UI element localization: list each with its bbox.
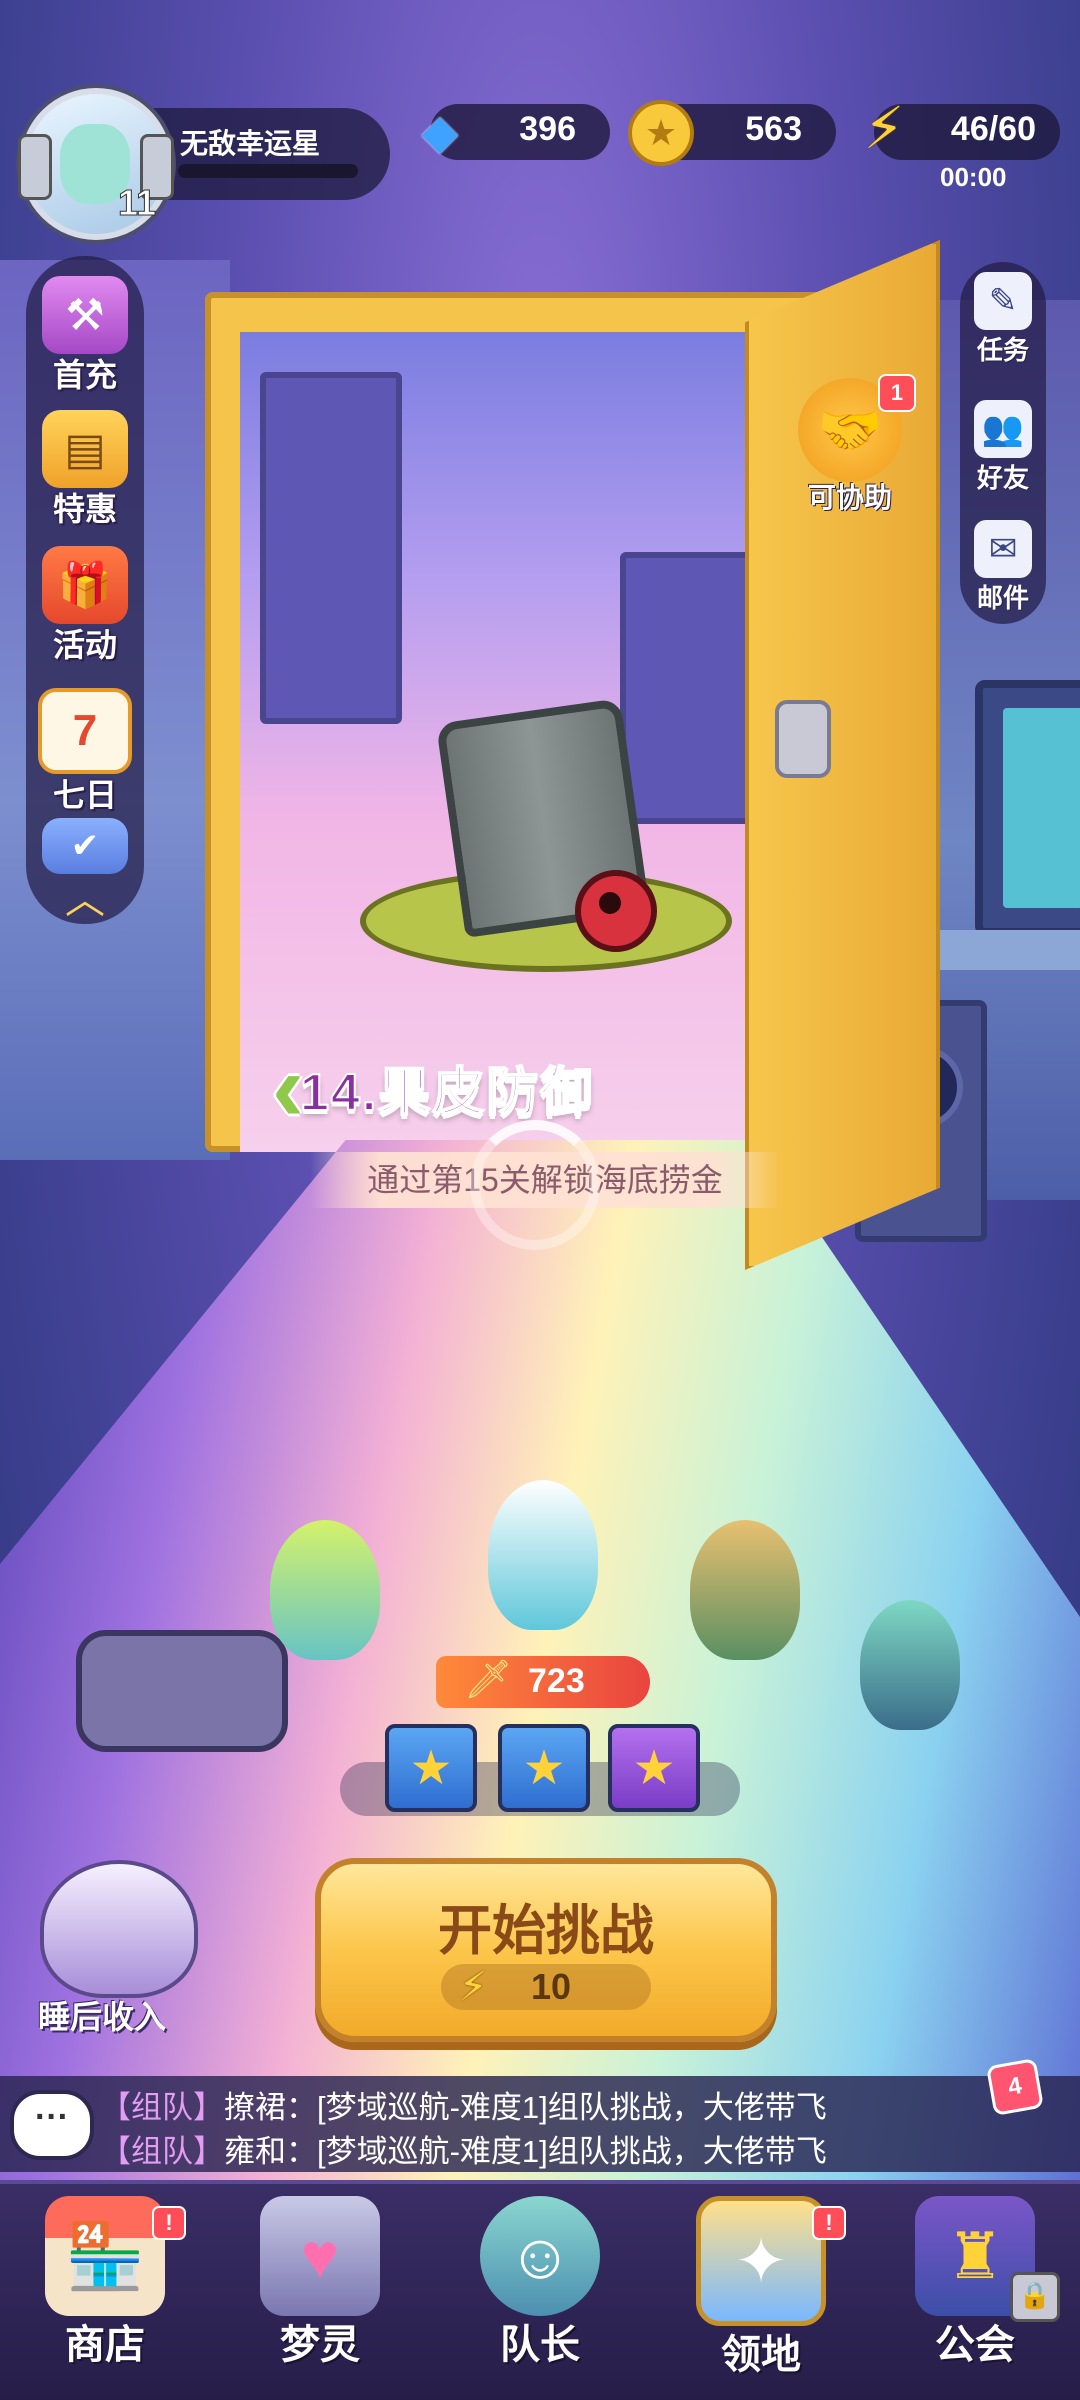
start-challenge-label: 开始挑战 [438, 1901, 654, 1961]
assist-label: 可协助 [807, 482, 892, 513]
energy-cost-value: 10 [531, 1966, 572, 2007]
player-exp-bar [178, 164, 358, 178]
calendar-icon: 7 [38, 688, 132, 774]
player-name: 无敌幸运星 [180, 128, 321, 159]
checklist-icon: ✔ [42, 818, 128, 874]
chat-bubble-icon[interactable]: ··· [10, 2090, 94, 2160]
nav-shop-alert: ! [152, 2206, 186, 2240]
menu-more[interactable]: ✔ [26, 818, 144, 874]
computer-monitor [975, 680, 1080, 936]
menu-events-label: 活动 [52, 627, 117, 663]
nav-shop-label: 商店 [65, 2323, 145, 2367]
menu-seven-day[interactable]: 7 七日 [26, 688, 144, 816]
nav-territory-label: 领地 [721, 2333, 801, 2377]
nav-captain-label: 队长 [500, 2323, 580, 2367]
chat-message[interactable]: 【组队】撩裙：[梦域巡航-难度1]组队挑战，大佬带飞 [100, 2082, 827, 2127]
nav-spirits[interactable]: ♥ 梦灵 [235, 2196, 405, 2370]
chat-tag: 【组队】 [100, 2090, 224, 2125]
chat-text: 雍和：[梦域巡航-难度1]组队挑战，大佬带飞 [224, 2134, 827, 2169]
stage-title: 14.果皮防御 [299, 1063, 595, 1123]
star-chest-icon[interactable]: ★ [608, 1724, 700, 1812]
player-level: 11 [117, 182, 157, 224]
door-handle [775, 700, 831, 778]
team-power-value: 723 [528, 1662, 585, 1700]
game-scene: ‹ 14.果皮防御 通过第15关解锁海底捞金 11 无敌幸运星 396 ◆ 56… [0, 0, 1080, 2400]
chat-message[interactable]: 【组队】雍和：[梦域巡航-难度1]组队挑战，大佬带飞 [100, 2126, 827, 2171]
menu-first-recharge[interactable]: ⚒ 首充 [26, 276, 144, 396]
chat-tag: 【组队】 [100, 2134, 224, 2169]
friends-icon: 👥 [974, 400, 1032, 458]
sleep-income-button[interactable]: 睡后收入 [10, 1860, 210, 2050]
menu-tasks-label: 任务 [976, 335, 1029, 365]
menu-special-offer[interactable]: ▤ 特惠 [26, 410, 144, 530]
lightning-icon: ⚡ [459, 1965, 488, 2009]
lock-icon: 🔒 [1010, 2272, 1060, 2322]
hammer-icon: ⚒ [42, 276, 128, 354]
sleeping-pet-icon [40, 1860, 198, 1998]
diamond-icon: ◆ [421, 106, 459, 159]
team-power: 🗡 723 [436, 1656, 650, 1708]
energy-timer: 00:00 [940, 162, 1007, 192]
lightning-plus-icon[interactable]: ⚡ [852, 96, 916, 161]
coin-count: 563 [745, 110, 802, 148]
sword-icon: 🗡 [464, 1659, 513, 1701]
assist-badge: 1 [878, 374, 916, 412]
start-challenge-button[interactable]: 开始挑战 ⚡ 10 [315, 1858, 777, 2042]
hero-bard[interactable] [690, 1520, 800, 1660]
hero-captain[interactable] [488, 1480, 598, 1630]
clipboard-icon: ✎ [974, 272, 1032, 330]
gift-box-icon: 🎁 [42, 546, 128, 624]
tickets-icon: ▤ [42, 410, 128, 488]
nav-spirits-label: 梦灵 [280, 2323, 360, 2367]
nav-captain[interactable]: ☺ 队长 [455, 2196, 625, 2370]
menu-special-offer-label: 特惠 [52, 491, 117, 527]
menu-tasks[interactable]: ✎ 任务 [960, 272, 1046, 367]
menu-mail[interactable]: ✉ 邮件 [960, 520, 1046, 615]
menu-events[interactable]: 🎁 活动 [26, 546, 144, 666]
nav-territory-alert: ! [812, 2206, 846, 2240]
spirit-machine-icon: ♥ [260, 2196, 380, 2316]
boss-banana-peel[interactable] [360, 698, 732, 972]
menu-first-recharge-label: 首充 [52, 357, 117, 393]
gem-count: 396 [519, 110, 576, 148]
hero-octopus[interactable] [860, 1600, 960, 1730]
menu-mail-label: 邮件 [976, 583, 1029, 613]
loading-spinner [470, 1120, 600, 1250]
menu-friends-label: 好友 [976, 463, 1029, 493]
chat-unread-badge: 4 [986, 2058, 1044, 2116]
hero-rocker[interactable] [270, 1520, 380, 1660]
shop-icon: 🏪 [45, 2196, 165, 2316]
captain-avatar-icon: ☺ [480, 2196, 600, 2316]
menu-friends[interactable]: 👥 好友 [960, 400, 1046, 495]
sleep-income-label: 睡后收入 [38, 1999, 167, 2035]
chevron-up-icon[interactable]: ︿ [60, 880, 110, 920]
menu-seven-day-label: 七日 [52, 777, 117, 813]
territory-portal-icon: ✦ [696, 2196, 826, 2326]
star-chest-icon[interactable]: ★ [385, 1724, 477, 1812]
chat-text: 撩裙：[梦域巡航-难度1]组队挑战，大佬带飞 [224, 2090, 827, 2125]
coin-plus-icon[interactable]: ★ [628, 100, 694, 166]
energy-cost: ⚡ 10 [441, 1964, 651, 2010]
hero-robot[interactable] [76, 1630, 288, 1752]
mail-icon: ✉ [974, 520, 1032, 578]
star-chest-icon[interactable]: ★ [498, 1724, 590, 1812]
energy-count: 46/60 [950, 110, 1036, 148]
